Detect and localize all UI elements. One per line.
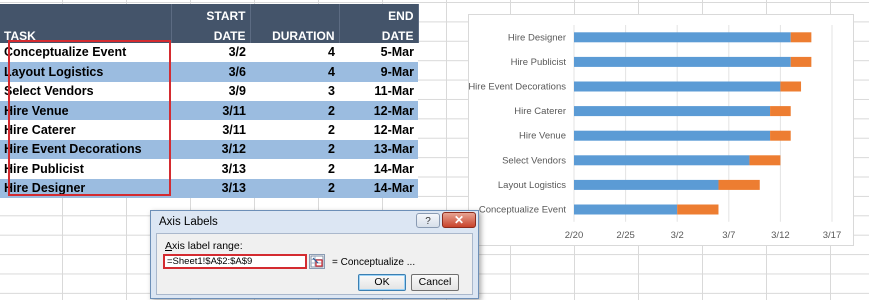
task-table-region: START END TASK DATE DURATION DATE Concep… (0, 4, 419, 198)
x-tick-label: 3/17 (823, 230, 842, 241)
start-date-bar (574, 130, 771, 141)
x-tick-label: 2/20 (565, 230, 584, 241)
table-row: Hire Designer 3/13 2 14-Mar (0, 178, 418, 198)
axis-label-range-input[interactable]: =Sheet1!$A$2:$A$9 (163, 254, 307, 269)
y-category-label: Conceptualize Event (479, 205, 566, 216)
end-cell[interactable]: 12-Mar (339, 120, 418, 140)
header-end-line1[interactable]: END (339, 4, 419, 24)
start-date-bar (574, 81, 781, 92)
task-cell[interactable]: Hire Designer (0, 178, 171, 198)
close-button[interactable]: ✕ (442, 212, 476, 228)
accelerator-key: A (165, 240, 173, 252)
start-cell[interactable]: 3/13 (171, 178, 250, 198)
y-category-label: Layout Logistics (498, 180, 566, 191)
ok-button[interactable]: OK (358, 274, 406, 291)
start-date-bar (574, 56, 791, 67)
start-date-bar (574, 179, 719, 190)
end-cell[interactable]: 11-Mar (339, 81, 418, 101)
start-cell[interactable]: 3/13 (171, 159, 250, 179)
y-category-label: Hire Caterer (514, 106, 566, 117)
end-cell[interactable]: 5-Mar (339, 42, 418, 63)
header-task-line1[interactable] (0, 4, 172, 24)
end-cell[interactable]: 14-Mar (339, 178, 418, 198)
y-category-label: Hire Venue (519, 131, 566, 142)
x-tick-label: 3/7 (722, 230, 735, 241)
gantt-chart[interactable]: 2/20 2/25 3/2 3/7 3/12 3/17 Hire Designer Hire … (468, 14, 854, 246)
duration-bar (718, 179, 760, 190)
task-cell[interactable]: Hire Venue (0, 100, 171, 121)
duration-cell[interactable]: 4 (250, 62, 339, 82)
header-end-date[interactable]: DATE (339, 23, 419, 43)
task-cell[interactable]: Hire Caterer (0, 120, 171, 140)
duration-cell[interactable]: 3 (250, 81, 339, 101)
task-cell[interactable]: Hire Event Decorations (0, 139, 171, 160)
y-category-label: Hire Publicist (511, 57, 567, 68)
task-table: START END TASK DATE DURATION DATE Concep… (0, 4, 419, 198)
range-preview: = Conceptualize ... (332, 257, 416, 268)
end-cell[interactable]: 14-Mar (339, 159, 418, 179)
duration-cell[interactable]: 2 (250, 178, 339, 198)
duration-cell[interactable]: 2 (250, 139, 339, 160)
chart-canvas: 2/20 2/25 3/2 3/7 3/12 3/17 Hire Designer Hire … (469, 25, 842, 241)
y-category-label: Select Vendors (502, 155, 566, 166)
cancel-button[interactable]: Cancel (411, 274, 459, 291)
dialog-body: Axis label range: =Sheet1!$A$2:$A$9 = Co… (156, 233, 473, 295)
x-tick-label: 3/12 (771, 230, 790, 241)
task-cell[interactable]: Layout Logistics (0, 62, 171, 82)
table-row: Layout Logistics 3/6 4 9-Mar (0, 62, 418, 82)
range-label-text: xis label range: (172, 240, 243, 252)
end-cell[interactable]: 13-Mar (339, 139, 418, 160)
header-duration-line1[interactable] (250, 4, 340, 24)
duration-cell[interactable]: 2 (250, 120, 339, 140)
x-tick-label: 3/2 (671, 230, 684, 241)
header-start-date[interactable]: DATE (171, 23, 251, 43)
task-cell[interactable]: Hire Publicist (0, 159, 171, 179)
start-cell[interactable]: 3/11 (171, 100, 250, 121)
end-cell[interactable]: 9-Mar (339, 62, 418, 82)
start-cell[interactable]: 3/6 (171, 62, 250, 82)
header-task[interactable]: TASK (0, 23, 172, 43)
duration-bar (770, 106, 791, 117)
table-row: Hire Event Decorations 3/12 2 13-Mar (0, 139, 418, 160)
y-category-label: Hire Designer (508, 32, 566, 43)
header-start-line1[interactable]: START (171, 4, 251, 24)
start-date-bar (574, 106, 771, 117)
range-select-glyph (310, 255, 324, 268)
start-cell[interactable]: 3/2 (171, 42, 250, 63)
duration-bar (770, 130, 791, 141)
duration-cell[interactable]: 4 (250, 42, 339, 63)
duration-bar (780, 81, 802, 92)
duration-bar (790, 32, 812, 43)
duration-cell[interactable]: 2 (250, 159, 339, 179)
help-button[interactable]: ? (416, 213, 440, 228)
axis-labels-dialog[interactable]: Axis Labels ? ✕ Axis label range: =Sheet… (150, 210, 479, 299)
start-date-bar (574, 32, 791, 43)
range-select-icon[interactable] (309, 254, 325, 269)
task-cell[interactable]: Select Vendors (0, 81, 171, 101)
header-duration[interactable]: DURATION (250, 23, 340, 43)
table-row: Conceptualize Event 3/2 4 5-Mar (0, 42, 418, 63)
start-cell[interactable]: 3/12 (171, 139, 250, 160)
table-row: Hire Publicist 3/13 2 14-Mar (0, 159, 418, 179)
y-category-label: Hire Event Decorations (469, 82, 566, 93)
start-date-bar (574, 204, 678, 215)
start-cell[interactable]: 3/11 (171, 120, 250, 140)
duration-bar (790, 56, 812, 67)
duration-bar (749, 155, 781, 166)
task-cell[interactable]: Conceptualize Event (0, 42, 171, 63)
table-row: Select Vendors 3/9 3 11-Mar (0, 81, 418, 101)
x-tick-label: 2/25 (616, 230, 635, 241)
start-date-bar (574, 155, 750, 166)
dialog-title: Axis Labels (159, 216, 218, 228)
table-row: Hire Caterer 3/11 2 12-Mar (0, 120, 418, 140)
end-cell[interactable]: 12-Mar (339, 100, 418, 121)
start-cell[interactable]: 3/9 (171, 81, 250, 101)
duration-cell[interactable]: 2 (250, 100, 339, 121)
table-row: Hire Venue 3/11 2 12-Mar (0, 100, 418, 121)
axis-label-range-label: Axis label range: (165, 240, 243, 252)
duration-bar (677, 204, 719, 215)
